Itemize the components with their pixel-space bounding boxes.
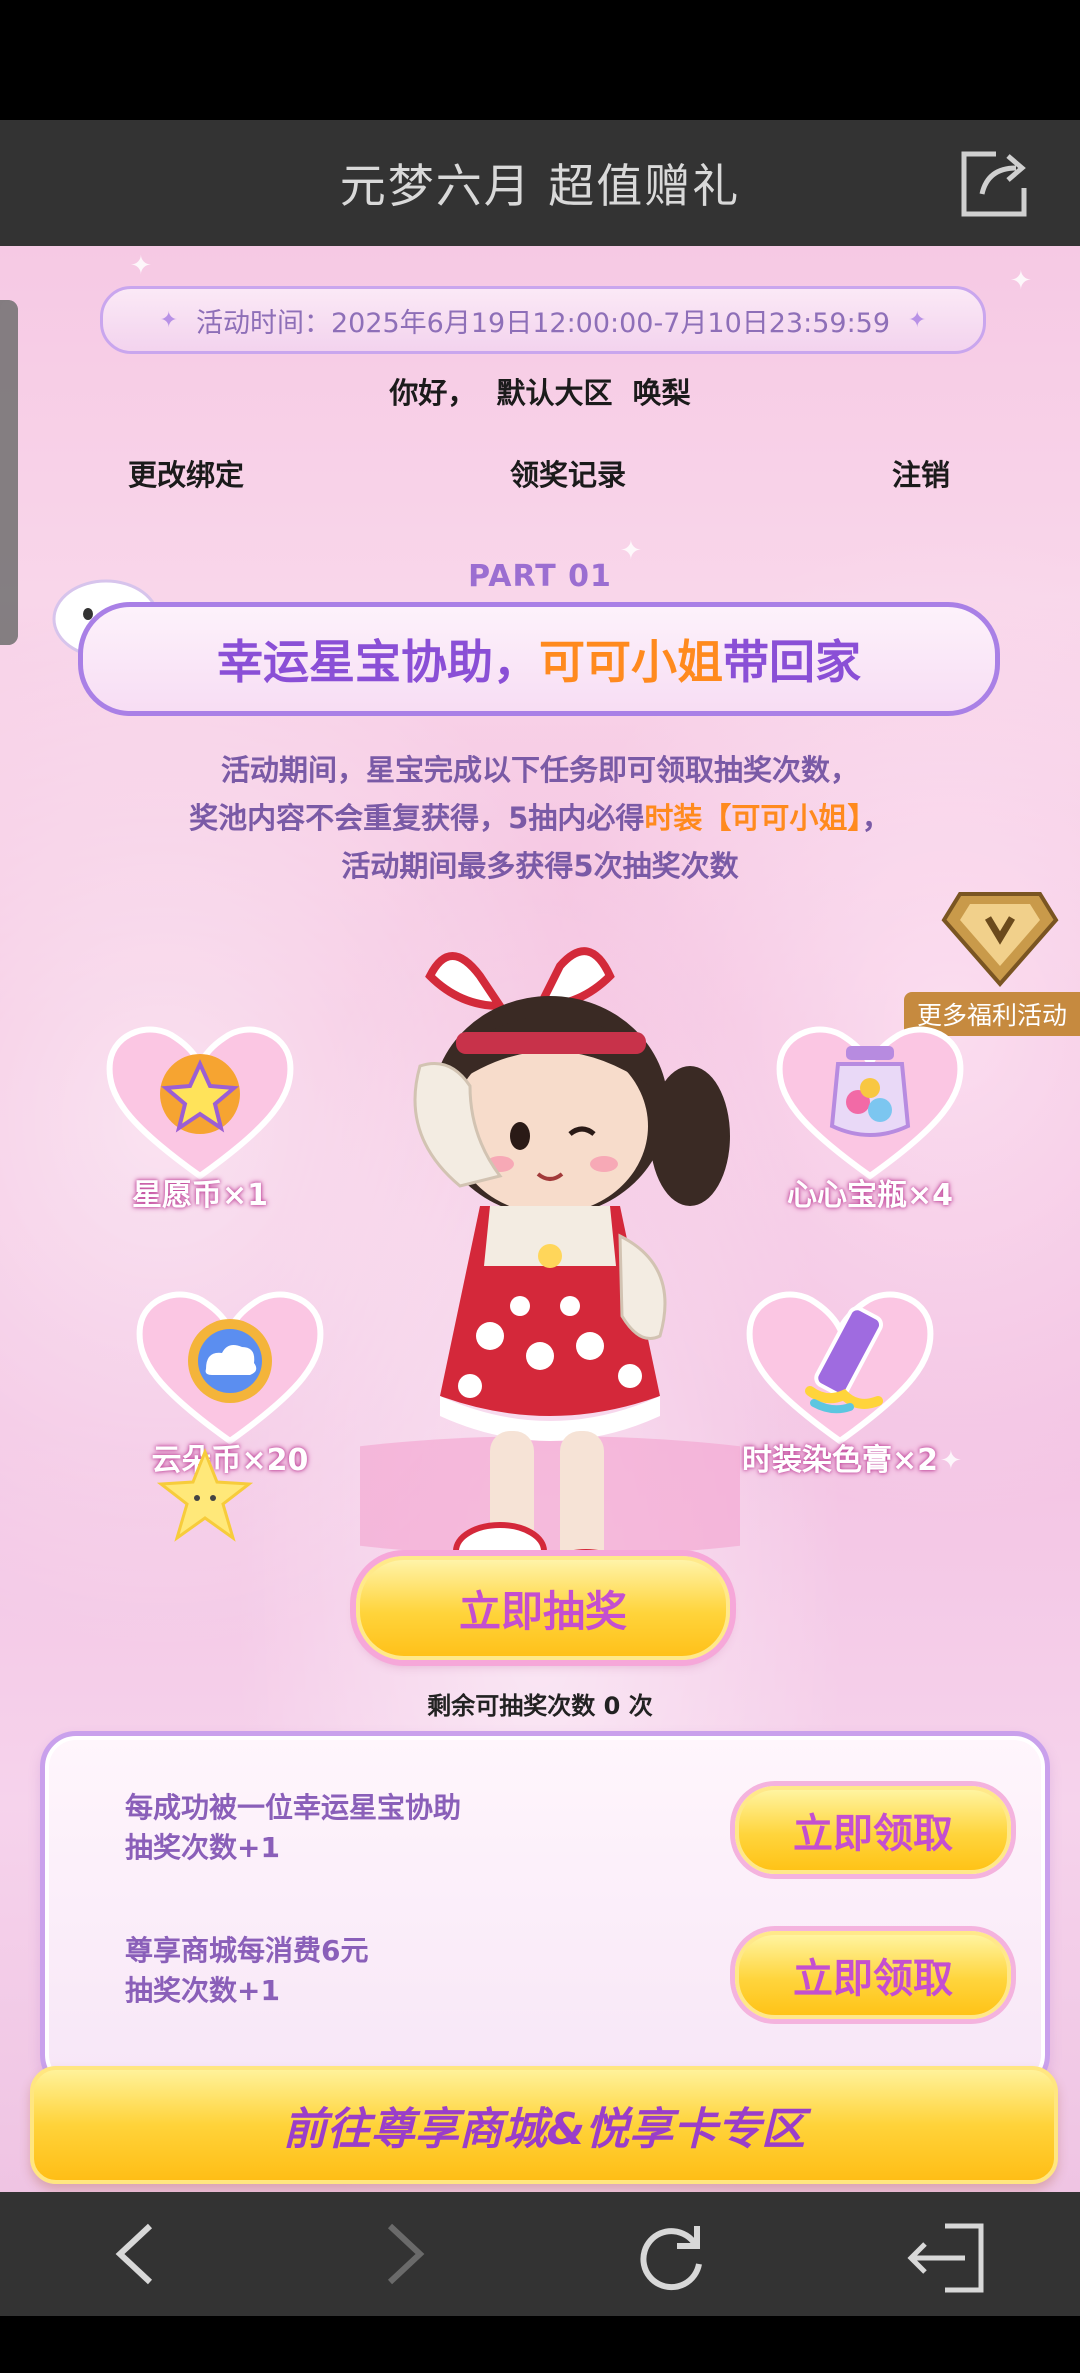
activity-page: ✦ ✦ ✦ ✦ ✦ 活动时间：2025年6月19日12:00:00-7月10日2… bbox=[0, 246, 1080, 2192]
activity-description: 活动期间，星宝完成以下任务即可领取抽奖次数， 奖池内容不会重复获得，5抽内必得时… bbox=[0, 746, 1080, 890]
part-title: 幸运星宝协助， 可可小姐 带回家 bbox=[78, 602, 1000, 716]
reward-label: 心心宝瓶×4 bbox=[786, 1178, 953, 1213]
draw-now-button[interactable]: 立即抽奖 bbox=[356, 1556, 730, 1660]
task-item: 尊享商城每消费6元 抽奖次数+1 bbox=[125, 1931, 368, 2011]
description-text: 奖池内容不会重复获得，5抽内必得 bbox=[189, 801, 645, 835]
sparkle-decoration: ✦ bbox=[130, 251, 152, 281]
claim-records-link[interactable]: 领奖记录 bbox=[510, 452, 626, 494]
remaining-draws: 剩余可抽奖次数 0 次 bbox=[0, 1686, 1080, 1721]
remaining-prefix: 剩余可抽奖次数 bbox=[427, 1692, 596, 1720]
sparkle-decoration: ✦ bbox=[940, 1446, 962, 1476]
task-item: 每成功被一位幸运星宝协助 抽奖次数+1 bbox=[125, 1788, 461, 1868]
reward-item: 时装染色膏×2 bbox=[740, 1281, 940, 1479]
refresh-icon[interactable] bbox=[635, 2222, 709, 2292]
cloud-coin-icon bbox=[136, 1291, 324, 1445]
system-bottom-bar bbox=[0, 2316, 1080, 2373]
description-line: 奖池内容不会重复获得，5抽内必得时装【可可小姐】， bbox=[0, 794, 1080, 842]
task-description: 尊享商城每消费6元 bbox=[125, 1934, 369, 1967]
reward-label: 时装染色膏×2 bbox=[741, 1443, 938, 1478]
sparkle-icon: ✦ bbox=[908, 307, 927, 333]
task-panel: 每成功被一位幸运星宝协助 抽奖次数+1 立即领取 尊享商城每消费6元 抽奖次数+… bbox=[40, 1731, 1050, 2091]
forward-icon[interactable] bbox=[380, 2222, 430, 2286]
account-links: 更改绑定 领奖记录 注销 bbox=[0, 452, 1080, 492]
sparkle-icon: ✦ bbox=[159, 307, 178, 333]
reward-item: 心心宝瓶×4 bbox=[770, 1016, 970, 1214]
task-reward: 抽奖次数+1 bbox=[125, 1831, 280, 1864]
star-mascot-icon bbox=[156, 1447, 254, 1542]
greeting-text: 你好， bbox=[389, 376, 477, 410]
user-greeting: 你好， 默认大区 唤梨 bbox=[0, 370, 1080, 412]
heart-bottle-icon bbox=[776, 1026, 964, 1180]
reward-item: 星愿币×1 bbox=[100, 1016, 300, 1214]
task-description: 每成功被一位幸运星宝协助 bbox=[125, 1791, 462, 1824]
part-title-main: 幸运星宝协助， bbox=[217, 635, 539, 689]
description-text: ， bbox=[861, 801, 891, 835]
remaining-count: 0 bbox=[603, 1692, 621, 1720]
status-bar bbox=[0, 0, 1080, 120]
part-title-highlight: 可可小姐 bbox=[539, 635, 723, 689]
sparkle-decoration: ✦ bbox=[1010, 266, 1032, 296]
exit-icon[interactable] bbox=[905, 2222, 987, 2294]
heart-frame-icon bbox=[106, 1026, 294, 1180]
dye-tube-icon bbox=[746, 1291, 934, 1445]
back-icon[interactable] bbox=[110, 2222, 160, 2286]
part-label: PART 01 bbox=[468, 559, 612, 594]
diamond-badge-icon bbox=[941, 892, 1059, 988]
task-reward: 抽奖次数+1 bbox=[125, 1974, 280, 2007]
claim-button[interactable]: 立即领取 bbox=[735, 1786, 1011, 1874]
region-name: 默认大区 bbox=[496, 376, 613, 410]
event-time: 活动时间：2025年6月19日12:00:00-7月10日23:59:59 bbox=[195, 307, 891, 339]
browser-nav-bar bbox=[0, 2192, 1080, 2316]
goto-mall-button[interactable]: 前往尊享商城&悦享卡专区 bbox=[30, 2066, 1058, 2184]
logout-link[interactable]: 注销 bbox=[892, 452, 950, 494]
user-name: 唤梨 bbox=[632, 376, 691, 410]
page-title: 元梦六月 超值赠礼 bbox=[339, 159, 741, 213]
title-bar: 元梦六月 超值赠礼 bbox=[0, 120, 1080, 246]
event-time-banner: ✦ 活动时间：2025年6月19日12:00:00-7月10日23:59:59 … bbox=[100, 286, 986, 354]
description-line: 活动期间，星宝完成以下任务即可领取抽奖次数， bbox=[220, 753, 859, 787]
remaining-suffix: 次 bbox=[628, 1692, 653, 1720]
share-icon[interactable] bbox=[956, 148, 1032, 220]
description-highlight: 时装【可可小姐】 bbox=[644, 801, 862, 835]
part-title-tail: 带回家 bbox=[723, 635, 861, 689]
claim-button[interactable]: 立即领取 bbox=[735, 1931, 1011, 2019]
change-binding-link[interactable]: 更改绑定 bbox=[128, 452, 244, 494]
